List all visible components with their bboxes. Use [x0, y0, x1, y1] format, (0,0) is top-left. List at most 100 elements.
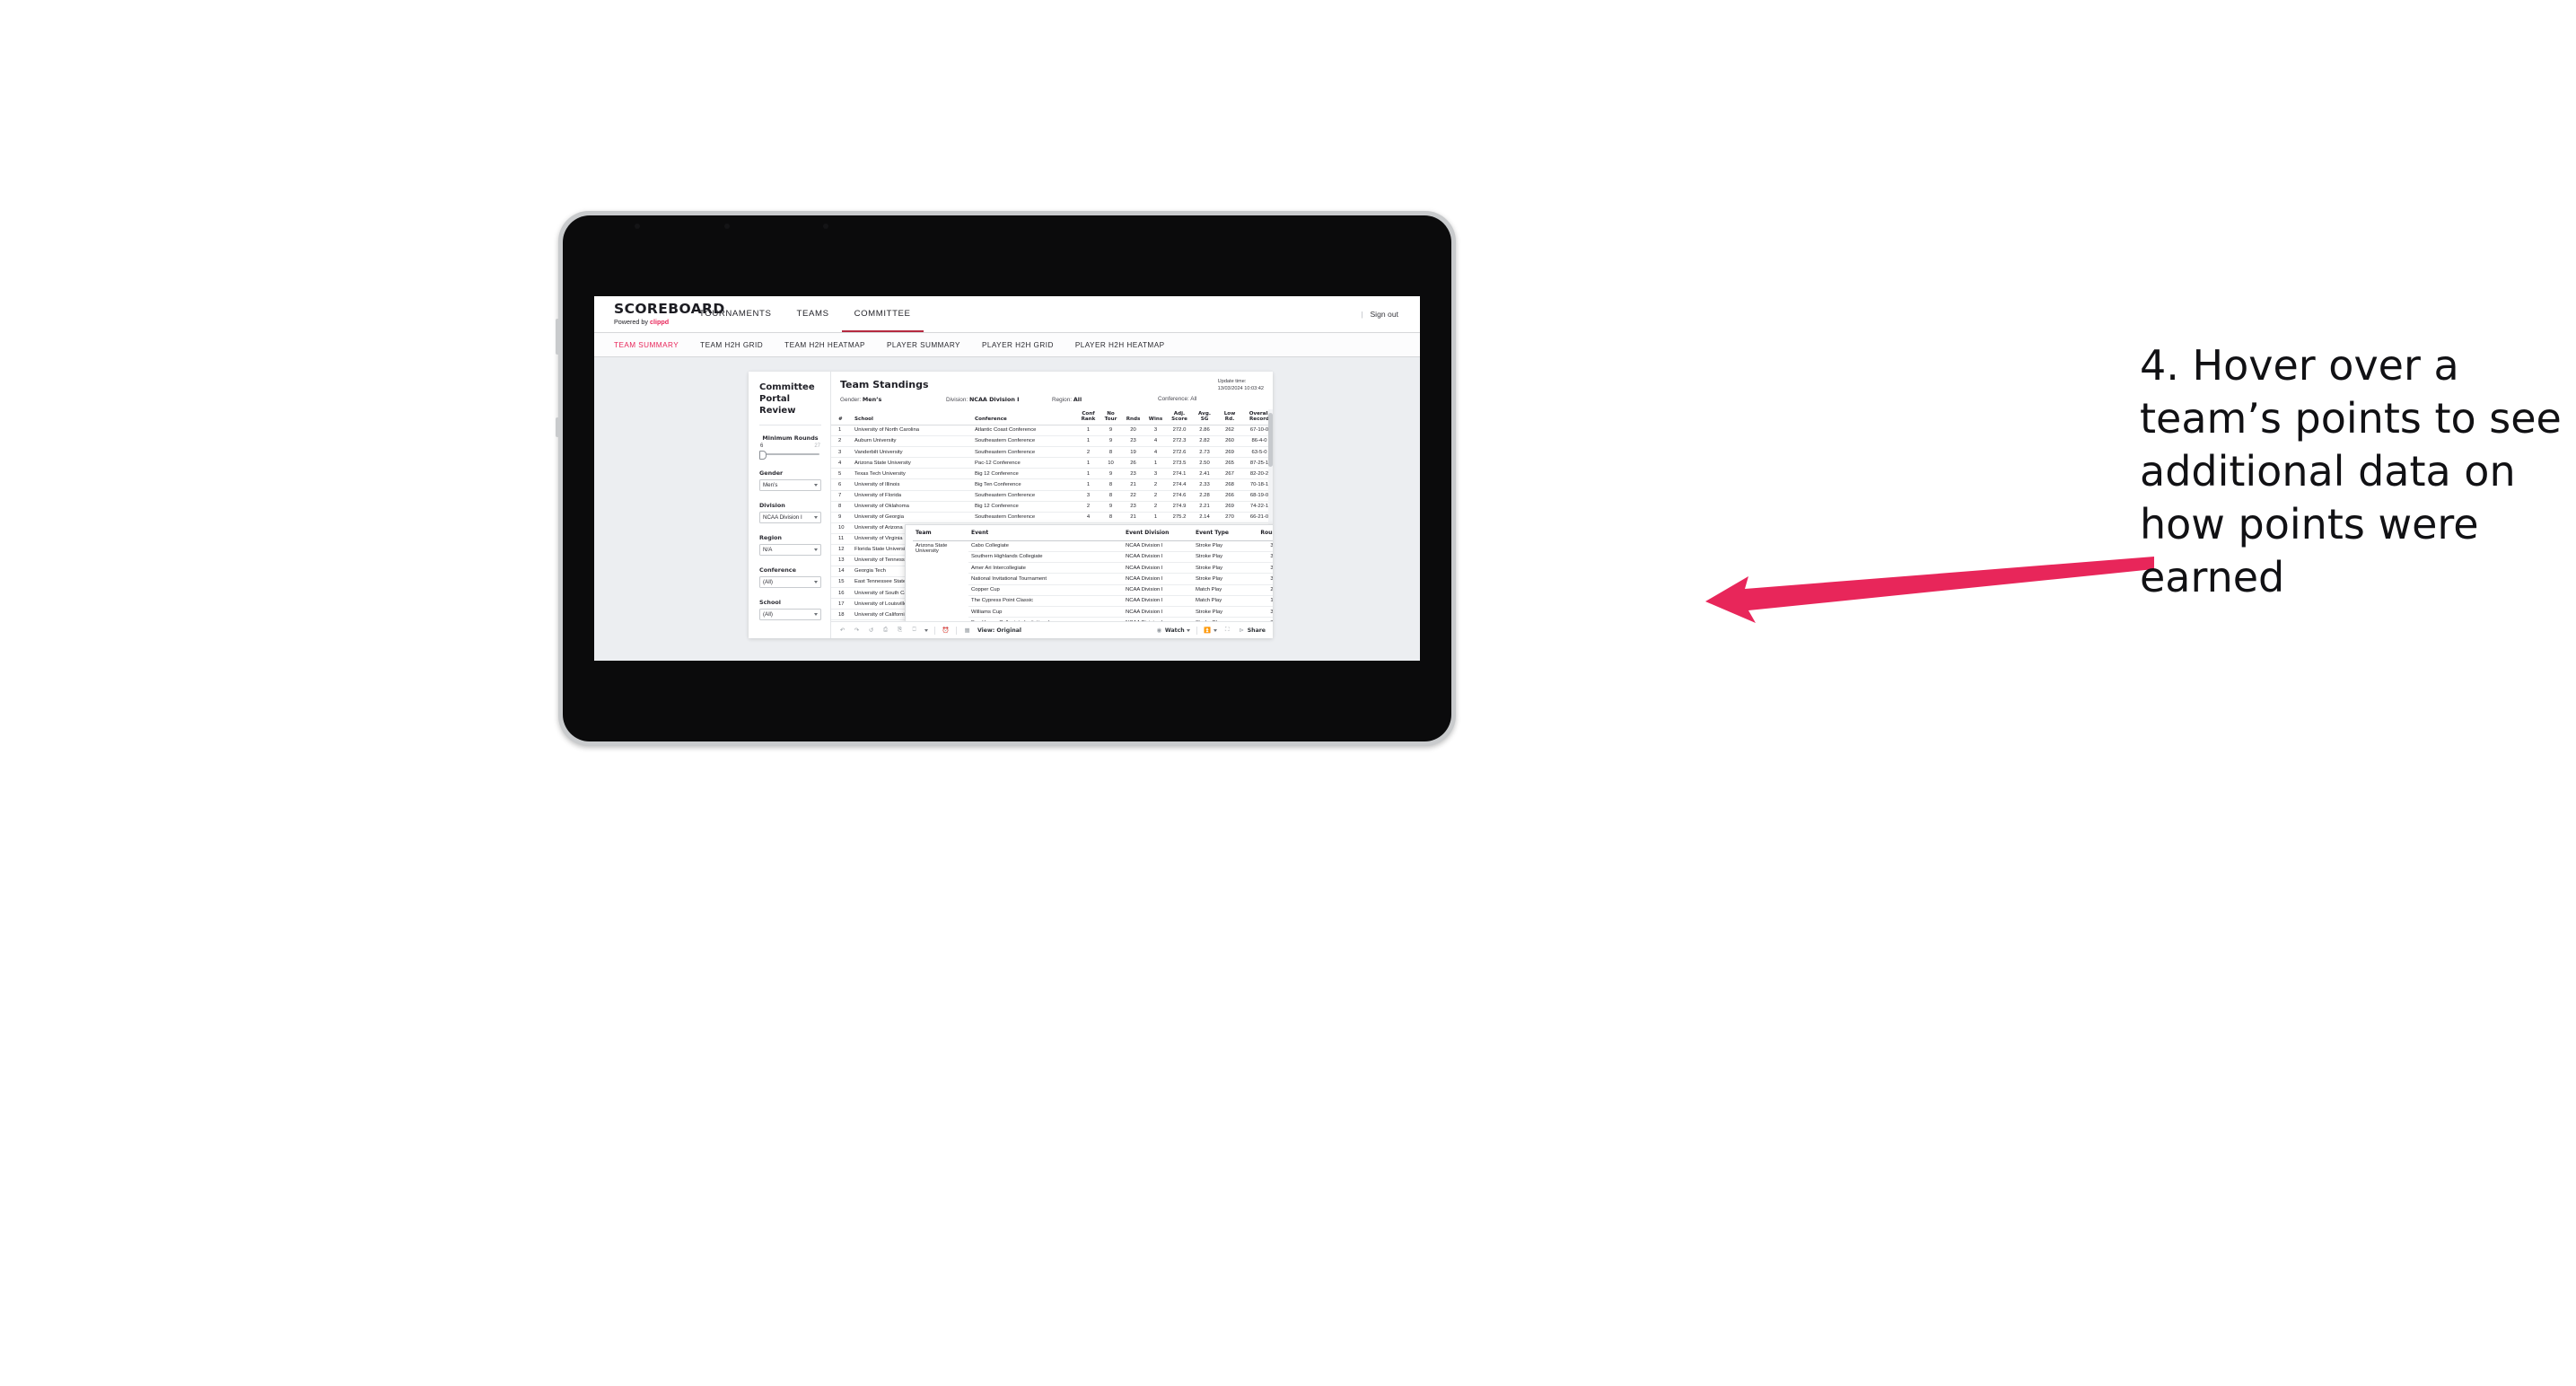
cell-rank: 10 — [831, 522, 853, 534]
app-header: SCOREBOARD Powered by clippd TOURNAMENTS… — [594, 296, 1420, 333]
school-select[interactable]: (All) — [759, 609, 821, 621]
cell-conference: Southeastern Conference — [973, 490, 1077, 502]
region-select[interactable]: N/A — [759, 544, 821, 557]
standings-table-scroll[interactable]: # School Conference Conf Rank No Tour Rn… — [831, 409, 1273, 621]
col-adj-score[interactable]: Adj. Score — [1167, 409, 1192, 426]
minimum-rounds-slider[interactable] — [759, 450, 821, 461]
standings-header-row: # School Conference Conf Rank No Tour Rn… — [831, 409, 1273, 426]
filter-panel: Committee Portal Review Minimum Rounds 6… — [749, 372, 831, 638]
nav-item-committee[interactable]: COMMITTEE — [841, 296, 924, 332]
watch-button[interactable]: ◉ Watch — [1155, 627, 1190, 635]
tooltip-rounds: 3 — [1254, 617, 1273, 621]
table-row[interactable]: 4 Arizona State University Pac-12 Conferen… — [831, 457, 1273, 469]
cell-no-tour: 8 — [1100, 490, 1122, 502]
col-school[interactable]: School — [853, 409, 973, 426]
tooltip-team: Arizona State University — [913, 540, 968, 621]
table-row[interactable]: 8 University of Oklahoma Big 12 Conference… — [831, 501, 1273, 513]
nav-item-tournaments[interactable]: TOURNAMENTS — [687, 296, 784, 332]
chevron-down-icon[interactable] — [924, 628, 928, 632]
tooltip-rounds: 3 — [1254, 606, 1273, 618]
table-row[interactable]: 5 Texas Tech University Big 12 Conference 1… — [831, 468, 1273, 480]
col-rnds[interactable]: Rnds — [1122, 409, 1144, 426]
tooltip-table-body: Arizona State University Cabo Collegiate N… — [913, 540, 1273, 621]
summary-division-value: NCAA Division I — [968, 396, 1020, 403]
tablet-camera-icon — [635, 224, 640, 229]
arrow-shape — [1705, 557, 2154, 623]
share-button[interactable]: ⊳ Share — [1238, 627, 1266, 635]
data-details-icon[interactable]: ⏰ — [942, 627, 950, 635]
table-row[interactable]: 7 University of Florida Southeastern Confe… — [831, 490, 1273, 502]
cell-adj-score: 274.6 — [1167, 490, 1192, 502]
view-label[interactable]: View: Original — [977, 627, 1021, 634]
cell-rnds: 22 — [1122, 490, 1144, 502]
tagline-prefix: Powered by — [614, 318, 650, 327]
cell-low-rd: 269 — [1217, 501, 1242, 513]
toolbar-divider — [956, 626, 957, 635]
filter-conference: Conference (All) — [759, 566, 821, 589]
tab-player-h2h-grid[interactable]: PLAYER H2H GRID — [982, 341, 1054, 349]
gender-label: Gender — [759, 469, 784, 478]
gender-select[interactable]: Men’s — [759, 479, 821, 492]
tab-team-h2h-grid[interactable]: TEAM H2H GRID — [700, 341, 763, 349]
tab-team-h2h-heatmap[interactable]: TEAM H2H HEATMAP — [784, 341, 865, 349]
refresh-data-icon[interactable]: ⎙ — [881, 627, 889, 635]
cell-avg-sg: 2.21 — [1192, 501, 1217, 513]
sign-out-link[interactable]: Sign out — [1370, 310, 1398, 319]
table-row[interactable]: 6 University of Illinois Big Ten Conferenc… — [831, 478, 1273, 491]
cell-low-rd: 269 — [1217, 446, 1242, 459]
undo-icon[interactable]: ↶ — [838, 627, 846, 635]
filter-gender: Gender Men’s — [759, 469, 821, 492]
cell-adj-score: 274.9 — [1167, 501, 1192, 513]
cell-school: University of Illinois — [853, 478, 973, 491]
cell-rank: 1 — [831, 425, 853, 437]
tab-player-h2h-heatmap[interactable]: PLAYER H2H HEATMAP — [1075, 341, 1165, 349]
redo-icon[interactable]: ↷ — [853, 627, 861, 635]
cell-conf-rank: 1 — [1077, 425, 1100, 437]
tab-team-summary[interactable]: TEAM SUMMARY — [614, 341, 679, 349]
tooltip-header-row: Team Event Event Division Event Type Rou… — [913, 529, 1273, 541]
cell-adj-score: 272.3 — [1167, 435, 1192, 448]
cell-rank: 3 — [831, 446, 853, 459]
fullscreen-icon[interactable]: ⛶ — [1223, 627, 1231, 635]
slider-handle[interactable] — [759, 451, 767, 461]
secondary-tabbar: TEAM SUMMARY TEAM H2H GRID TEAM H2H HEAT… — [594, 333, 1420, 357]
col-rank[interactable]: # — [831, 409, 853, 426]
cell-conf-rank: 4 — [1077, 512, 1100, 523]
revert-icon[interactable]: ↺ — [867, 627, 875, 635]
brand-logo[interactable]: SCOREBOARD Powered by clippd — [594, 296, 724, 332]
pause-auto-updates-icon[interactable]: ⎘ — [896, 627, 904, 635]
view-icon[interactable]: ▦ — [963, 627, 971, 635]
cell-rank: 13 — [831, 555, 853, 567]
tab-player-summary[interactable]: PLAYER SUMMARY — [887, 341, 960, 349]
tt-col-event-type: Event Type — [1193, 529, 1254, 541]
nav-item-teams[interactable]: TEAMS — [784, 296, 842, 332]
col-conf-rank[interactable]: Conf Rank — [1077, 409, 1100, 426]
conference-select[interactable]: (All) — [759, 576, 821, 589]
table-row[interactable]: 1 University of North Carolina Atlantic Co… — [831, 425, 1273, 437]
download-button[interactable]: ⏫ — [1204, 627, 1217, 635]
cell-rank: 6 — [831, 478, 853, 491]
cell-avg-sg: 2.33 — [1192, 478, 1217, 491]
col-wins[interactable]: Wins — [1144, 409, 1167, 426]
col-no-tour[interactable]: No Tour — [1100, 409, 1122, 426]
cell-conference: Big Ten Conference — [973, 478, 1077, 491]
standings-content: Team Standings Update time: 13/03/2024 1… — [831, 372, 1273, 638]
table-row[interactable]: 9 University of Georgia Southeastern Confe… — [831, 512, 1273, 523]
download-icon: ⏫ — [1204, 627, 1212, 634]
table-row[interactable]: 2 Auburn University Southeastern Conferenc… — [831, 435, 1273, 448]
slider-track — [761, 453, 819, 456]
table-row[interactable]: 3 Vanderbilt University Southeastern Confe… — [831, 446, 1273, 459]
division-select[interactable]: NCAA Division I — [759, 512, 821, 524]
col-conference[interactable]: Conference — [973, 409, 1077, 426]
col-avg-sg[interactable]: Avg. SG — [1192, 409, 1217, 426]
cell-rank: 12 — [831, 544, 853, 557]
cell-conference: Southeastern Conference — [973, 435, 1077, 448]
view-original-icon[interactable]: ⎕ — [910, 627, 918, 635]
cell-rank: 14 — [831, 566, 853, 578]
cell-adj-score: 272.6 — [1167, 446, 1192, 459]
col-low-rd[interactable]: Low Rd. — [1217, 409, 1242, 426]
cell-school: University of Georgia — [853, 512, 973, 523]
cell-school: University of Oklahoma — [853, 501, 973, 513]
table-scrollbar-thumb[interactable] — [1268, 413, 1273, 467]
tooltip-event-type: Stroke Play — [1193, 606, 1254, 618]
